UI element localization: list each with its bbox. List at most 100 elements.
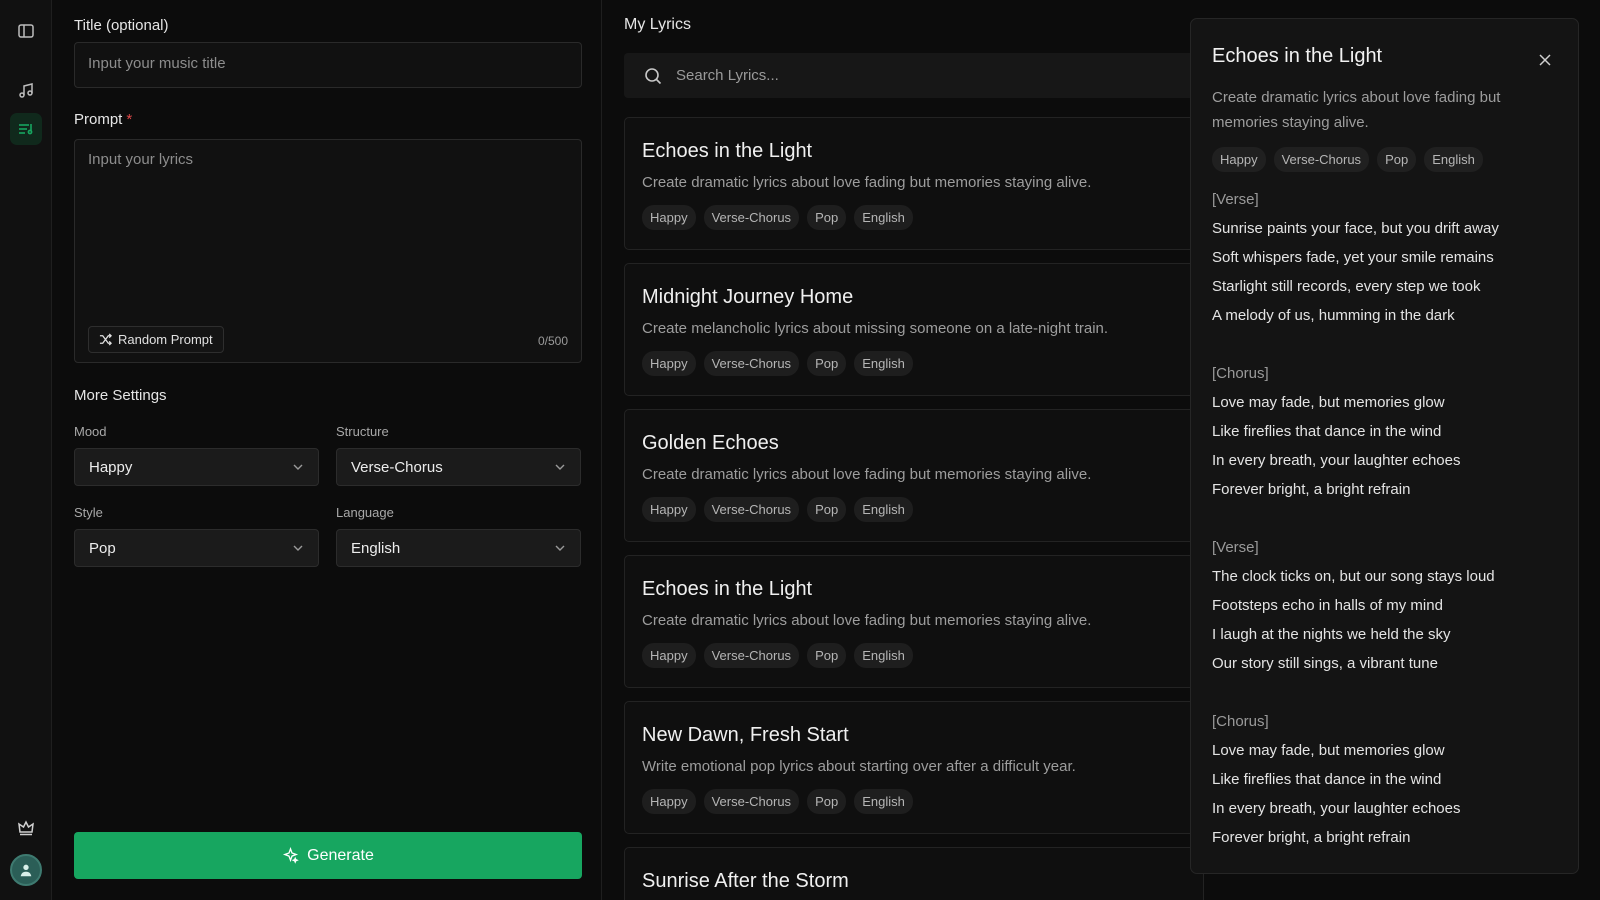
mood-label: Mood xyxy=(74,424,107,439)
section-tag: [Chorus] xyxy=(1212,713,1269,730)
lyrics-icon[interactable] xyxy=(10,113,42,145)
prompt-label-text: Prompt xyxy=(74,111,123,128)
card-description: Create melancholic lyrics about missing … xyxy=(642,320,1109,337)
tag-style: Pop xyxy=(807,351,847,376)
title-input[interactable] xyxy=(88,55,568,72)
generate-button[interactable]: Generate xyxy=(74,832,582,879)
tag-list: Happy Verse-Chorus Pop English xyxy=(642,205,913,230)
tag-list: Happy Verse-Chorus Pop English xyxy=(642,497,913,522)
tag-style: Pop xyxy=(807,205,847,230)
card-description: Create dramatic lyrics about love fading… xyxy=(642,612,1092,629)
lyric-card[interactable]: Golden Echoes Create dramatic lyrics abo… xyxy=(624,409,1204,542)
lyric-line: I laugh at the nights we held the sky xyxy=(1212,626,1451,643)
lyric-card[interactable]: New Dawn, Fresh Start Write emotional po… xyxy=(624,701,1204,834)
lyric-line: In every breath, your laughter echoes xyxy=(1212,800,1461,817)
random-prompt-label: Random Prompt xyxy=(118,332,213,347)
lyric-card[interactable]: Echoes in the Light Create dramatic lyri… xyxy=(624,117,1204,250)
card-title: New Dawn, Fresh Start xyxy=(642,724,849,746)
more-settings-heading: More Settings xyxy=(74,387,167,404)
card-title: Echoes in the Light xyxy=(642,578,813,600)
my-lyrics-heading: My Lyrics xyxy=(624,16,691,33)
avatar[interactable] xyxy=(10,854,42,886)
tag-style: Pop xyxy=(807,497,847,522)
card-title: Midnight Journey Home xyxy=(642,286,854,308)
char-counter: 0/500 xyxy=(537,334,568,348)
detail-tag-list: Happy Verse-Chorus Pop English xyxy=(1212,147,1483,172)
tag-list: Happy Verse-Chorus Pop English xyxy=(642,643,913,668)
mood-select[interactable]: Happy xyxy=(74,448,319,486)
lyric-line: Like fireflies that dance in the wind xyxy=(1212,423,1442,440)
detail-description: Create dramatic lyrics about love fading… xyxy=(1212,89,1501,131)
card-description: Create dramatic lyrics about love fading… xyxy=(642,174,1092,191)
tag-structure: Verse-Chorus xyxy=(703,643,800,668)
sidebar-rail xyxy=(0,0,52,900)
tag-style: Pop xyxy=(1377,147,1417,172)
tag-language: English xyxy=(854,789,913,814)
tag-structure: Verse-Chorus xyxy=(703,497,800,522)
language-select[interactable]: English xyxy=(336,529,581,567)
random-prompt-button[interactable]: Random Prompt xyxy=(88,326,224,353)
language-value: English xyxy=(351,539,401,557)
tag-structure: Verse-Chorus xyxy=(703,205,800,230)
card-description: Create dramatic lyrics about love fading… xyxy=(642,466,1092,483)
generate-label: Generate xyxy=(307,846,374,864)
lyric-line: In every breath, your laughter echoes xyxy=(1212,452,1461,469)
crown-icon[interactable] xyxy=(10,812,42,844)
prompt-textarea[interactable] xyxy=(88,151,568,311)
tag-style: Pop xyxy=(807,643,847,668)
title-label: Title (optional) xyxy=(74,17,169,34)
tag-language: English xyxy=(854,205,913,230)
tag-structure: Verse-Chorus xyxy=(703,351,800,376)
mood-value: Happy xyxy=(89,458,133,476)
chevron-down-icon xyxy=(293,545,303,551)
prompt-label: Prompt * xyxy=(74,111,132,128)
lyric-line: Footsteps echo in halls of my mind xyxy=(1212,597,1443,614)
tag-language: English xyxy=(854,497,913,522)
chevron-down-icon xyxy=(555,545,565,551)
close-icon[interactable] xyxy=(1538,53,1552,67)
lyric-card[interactable]: Sunrise After the Storm xyxy=(624,847,1204,900)
structure-value: Verse-Chorus xyxy=(351,458,443,476)
chevron-down-icon xyxy=(555,464,565,470)
tag-structure: Verse-Chorus xyxy=(703,789,800,814)
create-form-panel: Title (optional) Prompt* Random Prompt 0… xyxy=(52,0,602,900)
tag-language: English xyxy=(854,643,913,668)
search-icon xyxy=(645,67,662,84)
style-value: Pop xyxy=(89,539,116,557)
tag-language: English xyxy=(854,351,913,376)
lyric-line: Sunrise paints your face, but you drift … xyxy=(1212,220,1499,237)
structure-select[interactable]: Verse-Chorus xyxy=(336,448,581,486)
card-description: Write emotional pop lyrics about startin… xyxy=(642,758,1076,775)
lyric-line: Forever bright, a bright refrain xyxy=(1212,481,1411,498)
tag-structure: Verse-Chorus xyxy=(1273,147,1370,172)
tag-mood: Happy xyxy=(642,643,696,668)
tag-mood: Happy xyxy=(642,351,696,376)
shuffle-icon xyxy=(99,333,112,346)
music-note-icon[interactable] xyxy=(10,75,42,107)
lyric-line: Love may fade, but memories glow xyxy=(1212,394,1445,411)
search-input[interactable] xyxy=(676,67,1076,84)
lyric-card[interactable]: Midnight Journey Home Create melancholic… xyxy=(624,263,1204,396)
style-select[interactable]: Pop xyxy=(74,529,319,567)
lyric-card[interactable]: Echoes in the Light Create dramatic lyri… xyxy=(624,555,1204,688)
lyric-line: The clock ticks on, but our song stays l… xyxy=(1212,568,1495,585)
detail-title: Echoes in the Light xyxy=(1212,45,1383,67)
lyric-line: Starlight still records, every step we t… xyxy=(1212,278,1481,295)
lyric-line: Forever bright, a bright refrain xyxy=(1212,829,1411,846)
chevron-down-icon xyxy=(293,464,303,470)
lyrics-detail-panel: Echoes in the Light Create dramatic lyri… xyxy=(1190,18,1579,874)
tag-language: English xyxy=(1424,147,1483,172)
card-title: Golden Echoes xyxy=(642,432,779,454)
prompt-field[interactable]: Random Prompt 0/500 xyxy=(74,139,582,363)
title-field[interactable] xyxy=(74,42,582,88)
toggle-sidebar-icon[interactable] xyxy=(10,15,42,47)
section-tag: [Verse] xyxy=(1212,191,1259,208)
search-bar[interactable] xyxy=(624,53,1204,98)
tag-mood: Happy xyxy=(642,789,696,814)
required-marker: * xyxy=(126,111,133,128)
lyric-line: Soft whispers fade, yet your smile remai… xyxy=(1212,249,1494,266)
card-title: Echoes in the Light xyxy=(642,140,813,162)
section-tag: [Chorus] xyxy=(1212,365,1269,382)
section-tag: [Verse] xyxy=(1212,539,1259,556)
tag-style: Pop xyxy=(807,789,847,814)
